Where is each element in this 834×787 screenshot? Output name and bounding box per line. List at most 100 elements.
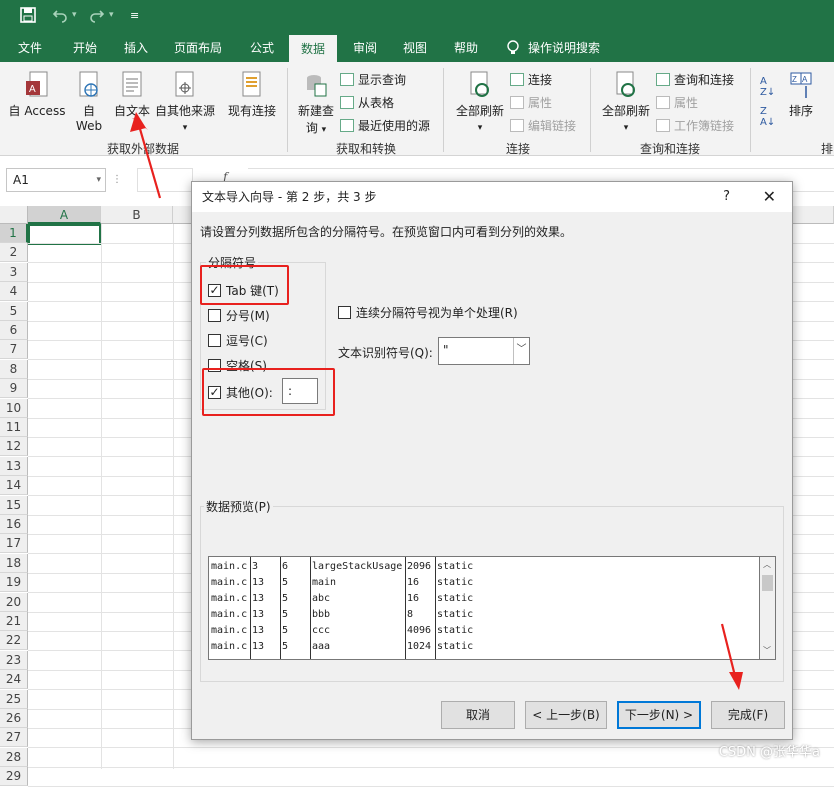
row-header[interactable]: 23 (0, 650, 28, 670)
edit-links-icon (510, 119, 524, 132)
refresh-all-button[interactable]: 全部刷新 ▾ (452, 70, 508, 133)
column-header-b[interactable]: B (101, 206, 173, 224)
queries-panel-icon (656, 73, 670, 86)
redo-icon[interactable] (89, 7, 105, 27)
workbook-links-button[interactable]: 工作簿链接 (656, 117, 734, 134)
row-header[interactable]: 10 (0, 398, 28, 418)
sort-button[interactable]: ZA 排序 (784, 70, 818, 119)
row-header[interactable]: 20 (0, 592, 28, 612)
sort-ascending-icon[interactable]: A Z↓ (760, 76, 775, 98)
query-properties-button[interactable]: 属性 (656, 94, 698, 111)
finish-button[interactable]: 完成(F) (711, 701, 785, 729)
comma-checkbox[interactable] (208, 334, 221, 347)
title-bar: ▾ ▾ ≡ (0, 0, 834, 34)
tab-file[interactable]: 文件 (6, 34, 54, 62)
preview-row: main.c 13 5 ccc 4096 static (209, 623, 759, 639)
text-qualifier-select[interactable]: " ﹀ (438, 337, 530, 365)
row-header[interactable]: 5 (0, 301, 28, 321)
customize-icon[interactable]: ≡ (130, 9, 139, 22)
scroll-down-icon[interactable]: ﹀ (763, 645, 771, 656)
cancel-button[interactable]: 取消 (441, 701, 515, 729)
queries-connections-button[interactable]: 查询和连接 (656, 71, 734, 88)
refresh-all-queries-button[interactable]: 全部刷新 ▾ (598, 70, 654, 133)
active-cell-a1[interactable] (28, 224, 101, 245)
column-header-a[interactable]: A (28, 206, 101, 224)
back-button[interactable]: < 上一步(B) (525, 701, 607, 729)
tell-me-search[interactable]: 操作说明搜索 (528, 34, 612, 62)
chevron-down-icon[interactable]: ▾ (72, 10, 77, 20)
scroll-up-icon[interactable]: ︿ (763, 559, 771, 570)
row-header[interactable]: 12 (0, 437, 28, 457)
scrollbar-thumb[interactable] (762, 575, 773, 591)
row-header[interactable]: 2 (0, 243, 28, 263)
row-header[interactable]: 14 (0, 476, 28, 496)
row-header[interactable]: 3 (0, 262, 28, 282)
name-box[interactable]: A1 ▾ (6, 168, 106, 192)
row-header[interactable]: 1 (0, 224, 28, 243)
tab-page-layout[interactable]: 页面布局 (166, 34, 230, 62)
preview-cell: aaa (312, 641, 331, 652)
row-header[interactable]: 4 (0, 282, 28, 302)
from-web-button[interactable]: 自 Web (72, 70, 106, 133)
row-header[interactable]: 21 (0, 612, 28, 631)
row-header[interactable]: 15 (0, 495, 28, 515)
group-label-queries-connections: 查询和连接 (639, 142, 700, 156)
chevron-down-icon[interactable]: ▾ (109, 10, 114, 20)
semicolon-label[interactable]: 分号(M) (226, 307, 270, 324)
preview-cell: largeStackUsage (312, 561, 403, 572)
row-header[interactable]: 17 (0, 534, 28, 554)
row-header[interactable]: 26 (0, 709, 28, 728)
show-queries-button[interactable]: 显示查询 (340, 71, 406, 88)
row-header[interactable]: 9 (0, 379, 28, 399)
tab-home[interactable]: 开始 (60, 34, 110, 62)
chevron-down-icon[interactable]: ▾ (96, 169, 101, 191)
tab-review[interactable]: 审阅 (341, 34, 389, 62)
help-icon[interactable]: ? (723, 182, 730, 212)
row-header[interactable]: 11 (0, 418, 28, 437)
from-access-button[interactable]: A 自 Access (6, 70, 68, 119)
properties-button[interactable]: 属性 (510, 94, 552, 111)
edit-links-button[interactable]: 编辑链接 (510, 117, 576, 134)
close-icon[interactable]: ✕ (763, 182, 776, 212)
recent-sources-button[interactable]: 最近使用的源 (340, 117, 430, 134)
row-header[interactable]: 13 (0, 456, 28, 476)
row-header[interactable]: 28 (0, 747, 28, 767)
data-preview-table[interactable]: main.c 3 6 largeStackUsage 2096 static main.c 1… (208, 556, 760, 660)
semicolon-checkbox[interactable] (208, 309, 221, 322)
from-other-sources-button[interactable]: 自其他来源 ▾ (154, 70, 216, 133)
chevron-down-icon[interactable]: ﹀ (513, 338, 529, 364)
row-header[interactable]: 29 (0, 767, 28, 787)
from-text-button[interactable]: 自文本 (110, 70, 154, 119)
row-header[interactable]: 16 (0, 515, 28, 534)
row-header[interactable]: 19 (0, 573, 28, 593)
save-icon[interactable] (20, 7, 36, 27)
next-button[interactable]: 下一步(N) > (617, 701, 701, 729)
preview-vertical-scrollbar[interactable]: ︿ ﹀ (760, 556, 776, 660)
new-query-button[interactable]: 新建查 询 ▾ (294, 70, 338, 136)
row-header[interactable]: 24 (0, 670, 28, 690)
row-header[interactable]: 22 (0, 631, 28, 651)
row-header[interactable]: 8 (0, 359, 28, 379)
row-header[interactable]: 6 (0, 321, 28, 340)
tab-data[interactable]: 数据 (289, 35, 337, 62)
preview-cell: 5 (282, 593, 289, 604)
comma-label[interactable]: 逗号(C) (226, 332, 268, 349)
row-header[interactable]: 7 (0, 340, 28, 360)
tab-view[interactable]: 视图 (391, 34, 439, 62)
existing-connections-button[interactable]: 现有连接 (224, 70, 280, 119)
recent-sources-label: 最近使用的源 (358, 119, 431, 133)
consecutive-delimiters-label[interactable]: 连续分隔符号视为单个处理(R) (356, 304, 518, 321)
tab-help[interactable]: 帮助 (442, 34, 490, 62)
from-table-button[interactable]: 从表格 (340, 94, 394, 111)
consecutive-delimiters-checkbox[interactable] (338, 306, 351, 319)
row-header[interactable]: 27 (0, 728, 28, 748)
tab-insert[interactable]: 插入 (112, 34, 160, 62)
select-all-corner[interactable] (0, 206, 28, 224)
svg-text:Z: Z (792, 75, 797, 84)
row-header[interactable]: 18 (0, 553, 28, 573)
tab-formulas[interactable]: 公式 (238, 34, 286, 62)
undo-icon[interactable] (52, 7, 68, 27)
connections-button[interactable]: 连接 (510, 71, 552, 88)
row-header[interactable]: 25 (0, 689, 28, 709)
sort-descending-icon[interactable]: Z A↓ (760, 106, 775, 128)
